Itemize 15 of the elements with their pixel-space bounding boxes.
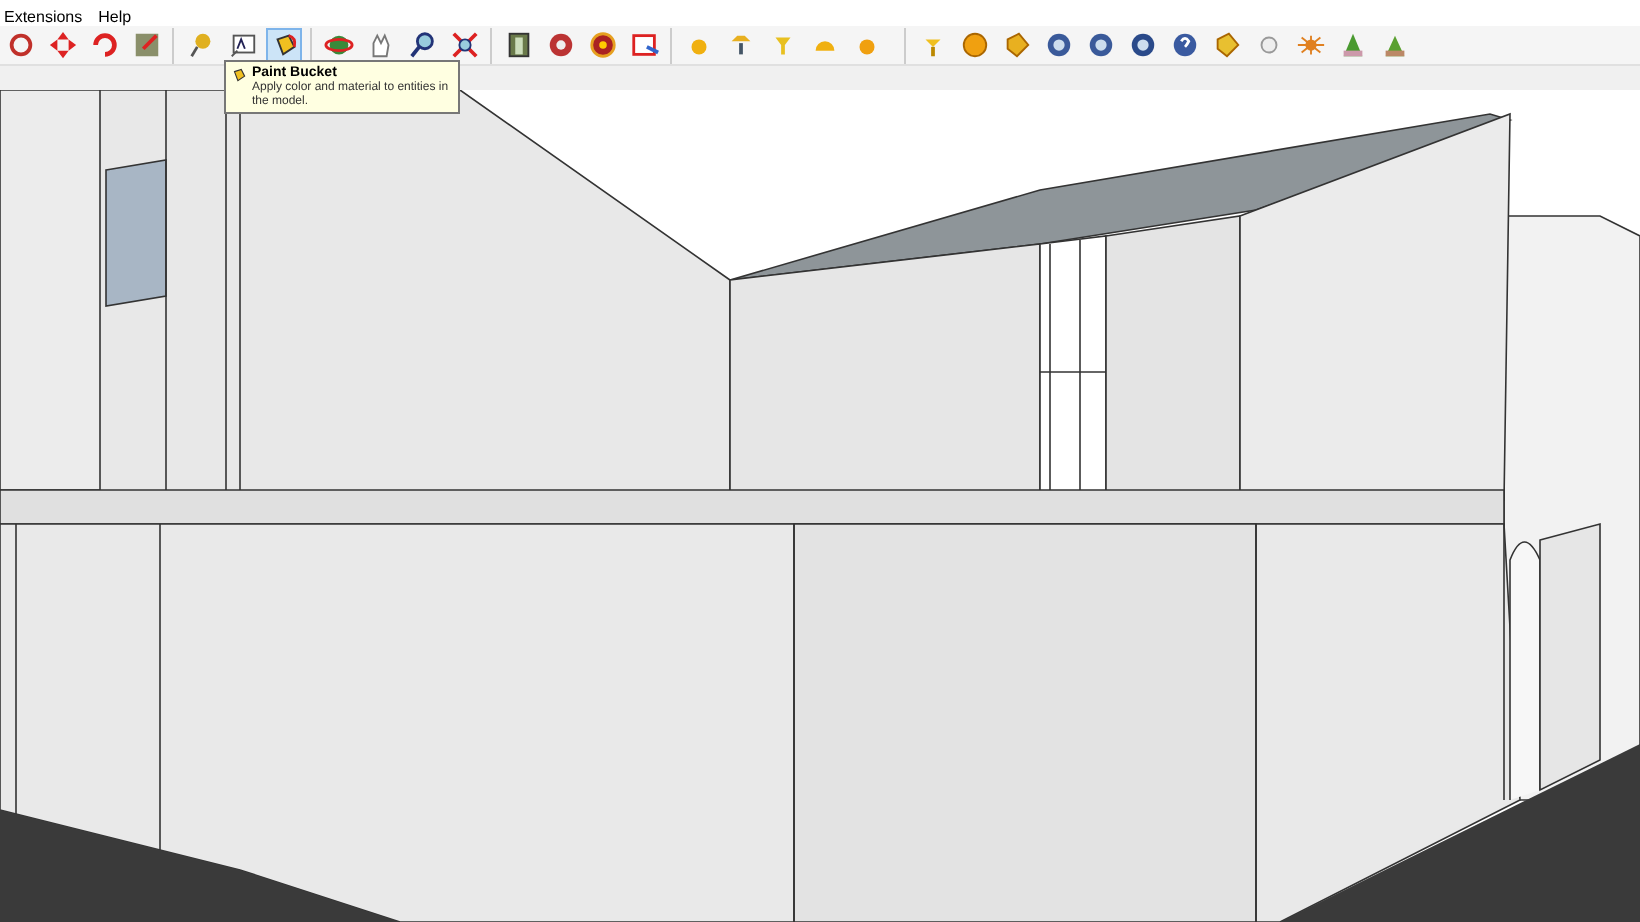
tape-measure-icon [185,30,215,60]
rotate-icon [89,30,119,60]
circle-icon [1127,30,1157,60]
move-icon [47,30,77,60]
orbit-icon [323,30,353,60]
circle-icon [1043,30,1073,60]
toolbar-button[interactable] [584,27,620,63]
toolbar-button[interactable] [266,27,302,63]
circle-icon [1085,30,1115,60]
menu-item[interactable]: Help [98,10,132,26]
sun-icon [1295,30,1325,60]
zoom-icon [407,30,437,60]
menu-item[interactable]: Extensions [4,10,83,26]
door-icon [503,30,533,60]
zoom-extents-icon [449,30,479,60]
